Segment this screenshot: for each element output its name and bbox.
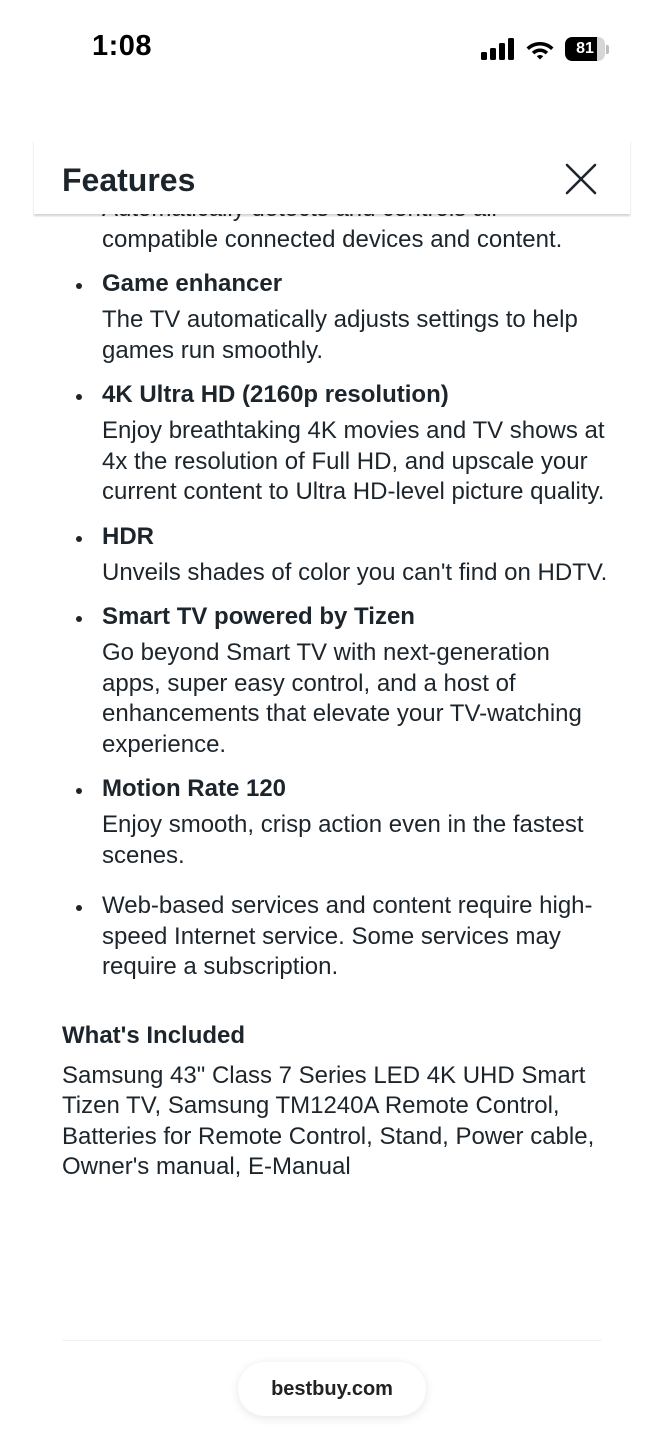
bullet bbox=[76, 788, 82, 794]
feature-item-4k-ultra-hd: 4K Ultra HD (2160p resolution) Enjoy bre… bbox=[34, 380, 630, 508]
whats-included-section: What's Included Samsung 43" Class 7 Seri… bbox=[34, 1021, 630, 1183]
whats-included-title: What's Included bbox=[62, 1021, 246, 1049]
browser-url-text: bestbuy.com bbox=[271, 1378, 393, 1400]
bullet bbox=[76, 283, 82, 289]
whats-included-text: Samsung 43" Class 7 Series LED 4K UHD Sm… bbox=[62, 1061, 595, 1181]
feature-item-game-enhancer: Game enhancer The TV automatically adjus… bbox=[34, 269, 630, 366]
feature-note: Web-based services and content require h… bbox=[34, 891, 630, 983]
status-bar: 1:08 81 bbox=[0, 0, 665, 100]
feature-title: 4K Ultra HD (2160p resolution) bbox=[102, 381, 449, 408]
feature-description: Unveils shades of color you can't find o… bbox=[102, 558, 608, 586]
features-scroll-area[interactable]: Automatically detects and controls all c… bbox=[34, 214, 630, 1340]
feature-description: The TV automatically adjusts settings to… bbox=[102, 306, 578, 364]
close-icon bbox=[565, 163, 597, 195]
feature-item-smart-tv: Smart TV powered by Tizen Go beyond Smar… bbox=[34, 602, 630, 760]
battery-icon: 81 bbox=[565, 37, 609, 61]
feature-title: Motion Rate 120 bbox=[102, 775, 287, 802]
feature-title: HDR bbox=[102, 522, 154, 550]
browser-url-bar[interactable]: bestbuy.com bbox=[238, 1362, 426, 1416]
features-content: Automatically detects and controls all c… bbox=[34, 214, 630, 1183]
close-button[interactable] bbox=[562, 160, 600, 198]
status-icons: 81 bbox=[481, 36, 609, 62]
bullet bbox=[76, 394, 82, 400]
bullet bbox=[76, 616, 82, 622]
feature-list: Automatically detects and controls all c… bbox=[34, 214, 630, 983]
feature-item-motion-rate: Motion Rate 120 Enjoy smooth, crisp acti… bbox=[34, 774, 630, 871]
feature-description: Automatically detects and controls all c… bbox=[102, 214, 563, 253]
divider bbox=[62, 1340, 602, 1341]
feature-description: Go beyond Smart TV with next-generation … bbox=[102, 639, 582, 758]
battery-level-text: 81 bbox=[576, 40, 594, 57]
bullet bbox=[76, 535, 82, 542]
modal-title: Features bbox=[62, 162, 196, 198]
feature-note-text: Web-based services and content require h… bbox=[102, 892, 593, 980]
bullet bbox=[76, 905, 82, 911]
feature-item-partial: Automatically detects and controls all c… bbox=[34, 214, 630, 255]
feature-description: Enjoy smooth, crisp action even in the f… bbox=[102, 811, 584, 869]
feature-title: Smart TV powered by Tizen bbox=[102, 603, 415, 630]
feature-item-hdr: HDR Unveils shades of color you can't fi… bbox=[34, 522, 630, 589]
feature-description: Enjoy breathtaking 4K movies and TV show… bbox=[102, 417, 605, 505]
wifi-icon bbox=[526, 42, 554, 60]
status-time: 1:08 bbox=[92, 30, 153, 62]
feature-title: Game enhancer bbox=[102, 270, 283, 297]
cellular-signal-icon bbox=[481, 38, 514, 60]
modal-header: Features bbox=[34, 140, 630, 214]
